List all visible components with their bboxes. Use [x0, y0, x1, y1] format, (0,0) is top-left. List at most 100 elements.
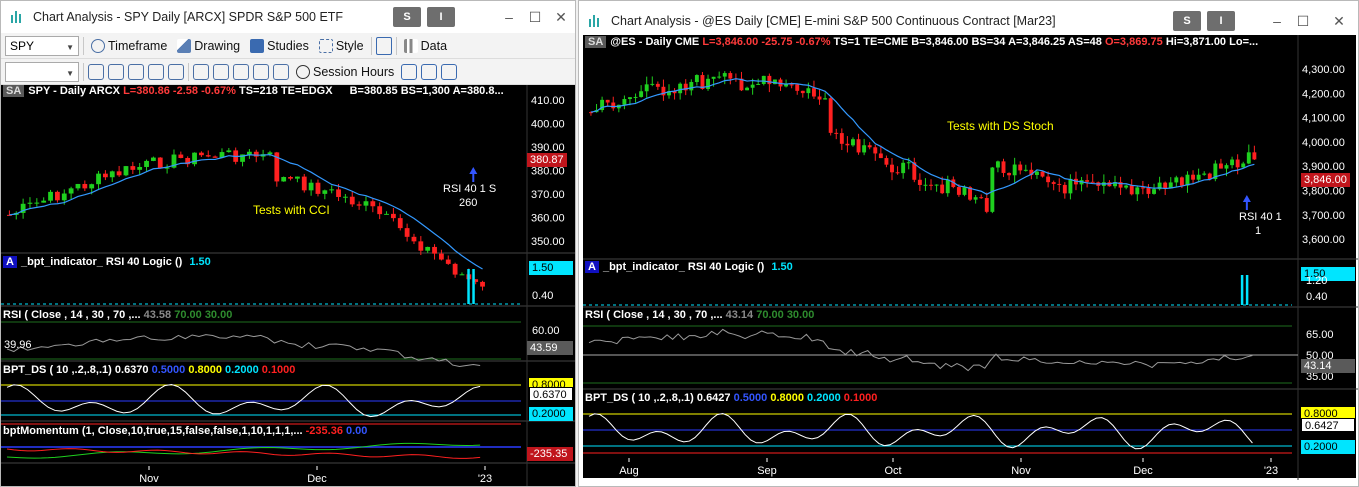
zoom-out-icon[interactable]	[148, 63, 164, 80]
candle	[756, 83, 761, 85]
refresh-icon[interactable]	[88, 63, 104, 80]
style-button[interactable]: Style	[316, 38, 367, 53]
candle	[1046, 176, 1051, 183]
compass-icon[interactable]	[193, 63, 209, 80]
candle	[267, 152, 273, 155]
timeframe-button[interactable]: Timeframe	[88, 38, 170, 53]
candle	[1152, 189, 1156, 194]
momentum-value: -235.36	[305, 425, 343, 437]
interval-input[interactable]: ▼	[5, 61, 79, 82]
candle	[480, 281, 485, 287]
month-label: Dec	[307, 473, 327, 485]
minimize-icon[interactable]: –	[1267, 11, 1287, 31]
candle	[1140, 187, 1145, 189]
candle	[867, 145, 872, 148]
candle	[795, 84, 800, 91]
zoom-in-icon[interactable]	[128, 63, 144, 80]
symbol-menu-button[interactable]: S	[1173, 11, 1201, 31]
candle	[622, 99, 627, 105]
minimize-icon[interactable]: –	[499, 7, 519, 27]
studies-button[interactable]: Studies	[247, 38, 312, 53]
sa-badge: SA	[585, 36, 607, 48]
candle	[895, 172, 900, 174]
candle	[878, 153, 883, 159]
candle	[343, 196, 348, 198]
indicator-badge: A	[3, 256, 17, 268]
rsi-header: RSI ( Close , 14 , 30 , 70 ,... 43.14 70…	[585, 309, 814, 321]
close-icon[interactable]: ✕	[551, 7, 571, 27]
candle	[452, 263, 458, 275]
ds-mid: 0.5000	[151, 364, 186, 376]
indicator-value: 1.50	[771, 261, 793, 273]
info-menu-button[interactable]: I	[427, 7, 455, 27]
chart-canvas[interactable]: 4,300.00 4,200.00 4,100.00 4,000.00 3,900.00…	[583, 35, 1358, 480]
candle	[856, 139, 861, 153]
candle	[96, 173, 101, 185]
divider	[83, 36, 84, 55]
price-tick: 380.00	[531, 166, 565, 178]
title-bar[interactable]: Chart Analysis - SPY Daily [ARCX] SPDR S…	[1, 1, 575, 33]
candle	[845, 143, 850, 146]
chart-area[interactable]: 4,300.00 4,200.00 4,100.00 4,000.00 3,900.00…	[583, 35, 1358, 480]
info-menu-button[interactable]: I	[1207, 11, 1235, 31]
candle	[611, 102, 616, 109]
data-button[interactable]: Data	[401, 38, 450, 53]
candle	[329, 189, 335, 191]
timeframe-label: Timeframe	[108, 38, 168, 53]
ask-value: A=3,846.25	[1008, 36, 1066, 48]
maximize-icon[interactable]: ☐	[525, 7, 545, 27]
scale-icon[interactable]	[253, 63, 269, 80]
candle	[1235, 159, 1240, 168]
search-icon[interactable]	[168, 63, 184, 80]
rsi-upper: 70.00	[756, 309, 784, 321]
candle	[923, 184, 928, 186]
candle-icon[interactable]	[421, 63, 438, 80]
ds-header: BPT_DS ( 10 ,.2,.8,.1) 0.6427 0.5000 0.8…	[585, 392, 877, 404]
symbol-input[interactable]: SPY ▼	[5, 35, 79, 56]
arrows-icon[interactable]	[273, 63, 289, 80]
sync-icon[interactable]	[108, 63, 124, 80]
candle	[1035, 171, 1039, 176]
momentum-zero: 0.00	[346, 425, 368, 437]
session-hours-label: Session Hours	[313, 64, 395, 79]
symbol-menu-button[interactable]: S	[393, 7, 421, 27]
maximize-icon[interactable]: ☐	[1293, 11, 1313, 31]
symbol-header: SA @ES - Daily CME L=3,846.00 -25.75 -0.6…	[585, 36, 1258, 48]
candle-icon[interactable]	[401, 63, 418, 80]
candle	[349, 196, 355, 205]
low-value: Lo=...	[1229, 36, 1259, 48]
close-icon[interactable]: ✕	[1329, 11, 1349, 31]
indicator-tick-1: 1.20	[1306, 275, 1328, 287]
candle	[157, 157, 163, 169]
chart-icon[interactable]	[233, 63, 249, 80]
ds-header: BPT_DS ( 10 ,.2,.8,.1) 0.6370 0.5000 0.8…	[3, 364, 295, 376]
momentum-signal-line	[6, 448, 481, 459]
candle	[979, 197, 984, 199]
grid-icon[interactable]	[213, 63, 229, 80]
candle	[1202, 173, 1207, 175]
candle	[1007, 172, 1012, 176]
percent-change: -0.67%	[201, 85, 236, 97]
candle	[253, 151, 259, 157]
candle	[728, 73, 733, 79]
month-label: Nov	[1011, 465, 1031, 477]
candle	[315, 182, 321, 194]
price-tick: 3,800.00	[1302, 186, 1345, 198]
symbol-name: @ES - Daily	[610, 36, 672, 48]
layout-icon[interactable]	[375, 36, 392, 55]
bar-type-icon[interactable]	[441, 63, 458, 80]
studies-label: Studies	[267, 38, 309, 53]
session-hours-button[interactable]: Session Hours	[293, 64, 397, 79]
candle	[281, 177, 287, 182]
price-tick: 3,600.00	[1302, 234, 1345, 246]
candle	[934, 184, 939, 186]
candle	[1241, 163, 1246, 168]
candle	[650, 83, 655, 85]
chart-area[interactable]: 410.00 400.00 390.00 380.00 370.00 360.00 350.…	[1, 85, 575, 486]
candle	[363, 201, 369, 206]
candle	[308, 182, 314, 191]
drawing-button[interactable]: Drawing	[174, 38, 243, 53]
candle	[404, 228, 410, 237]
candle	[1179, 177, 1184, 186]
window-title: Chart Analysis - @ES Daily [CME] E-mini …	[611, 14, 1056, 28]
